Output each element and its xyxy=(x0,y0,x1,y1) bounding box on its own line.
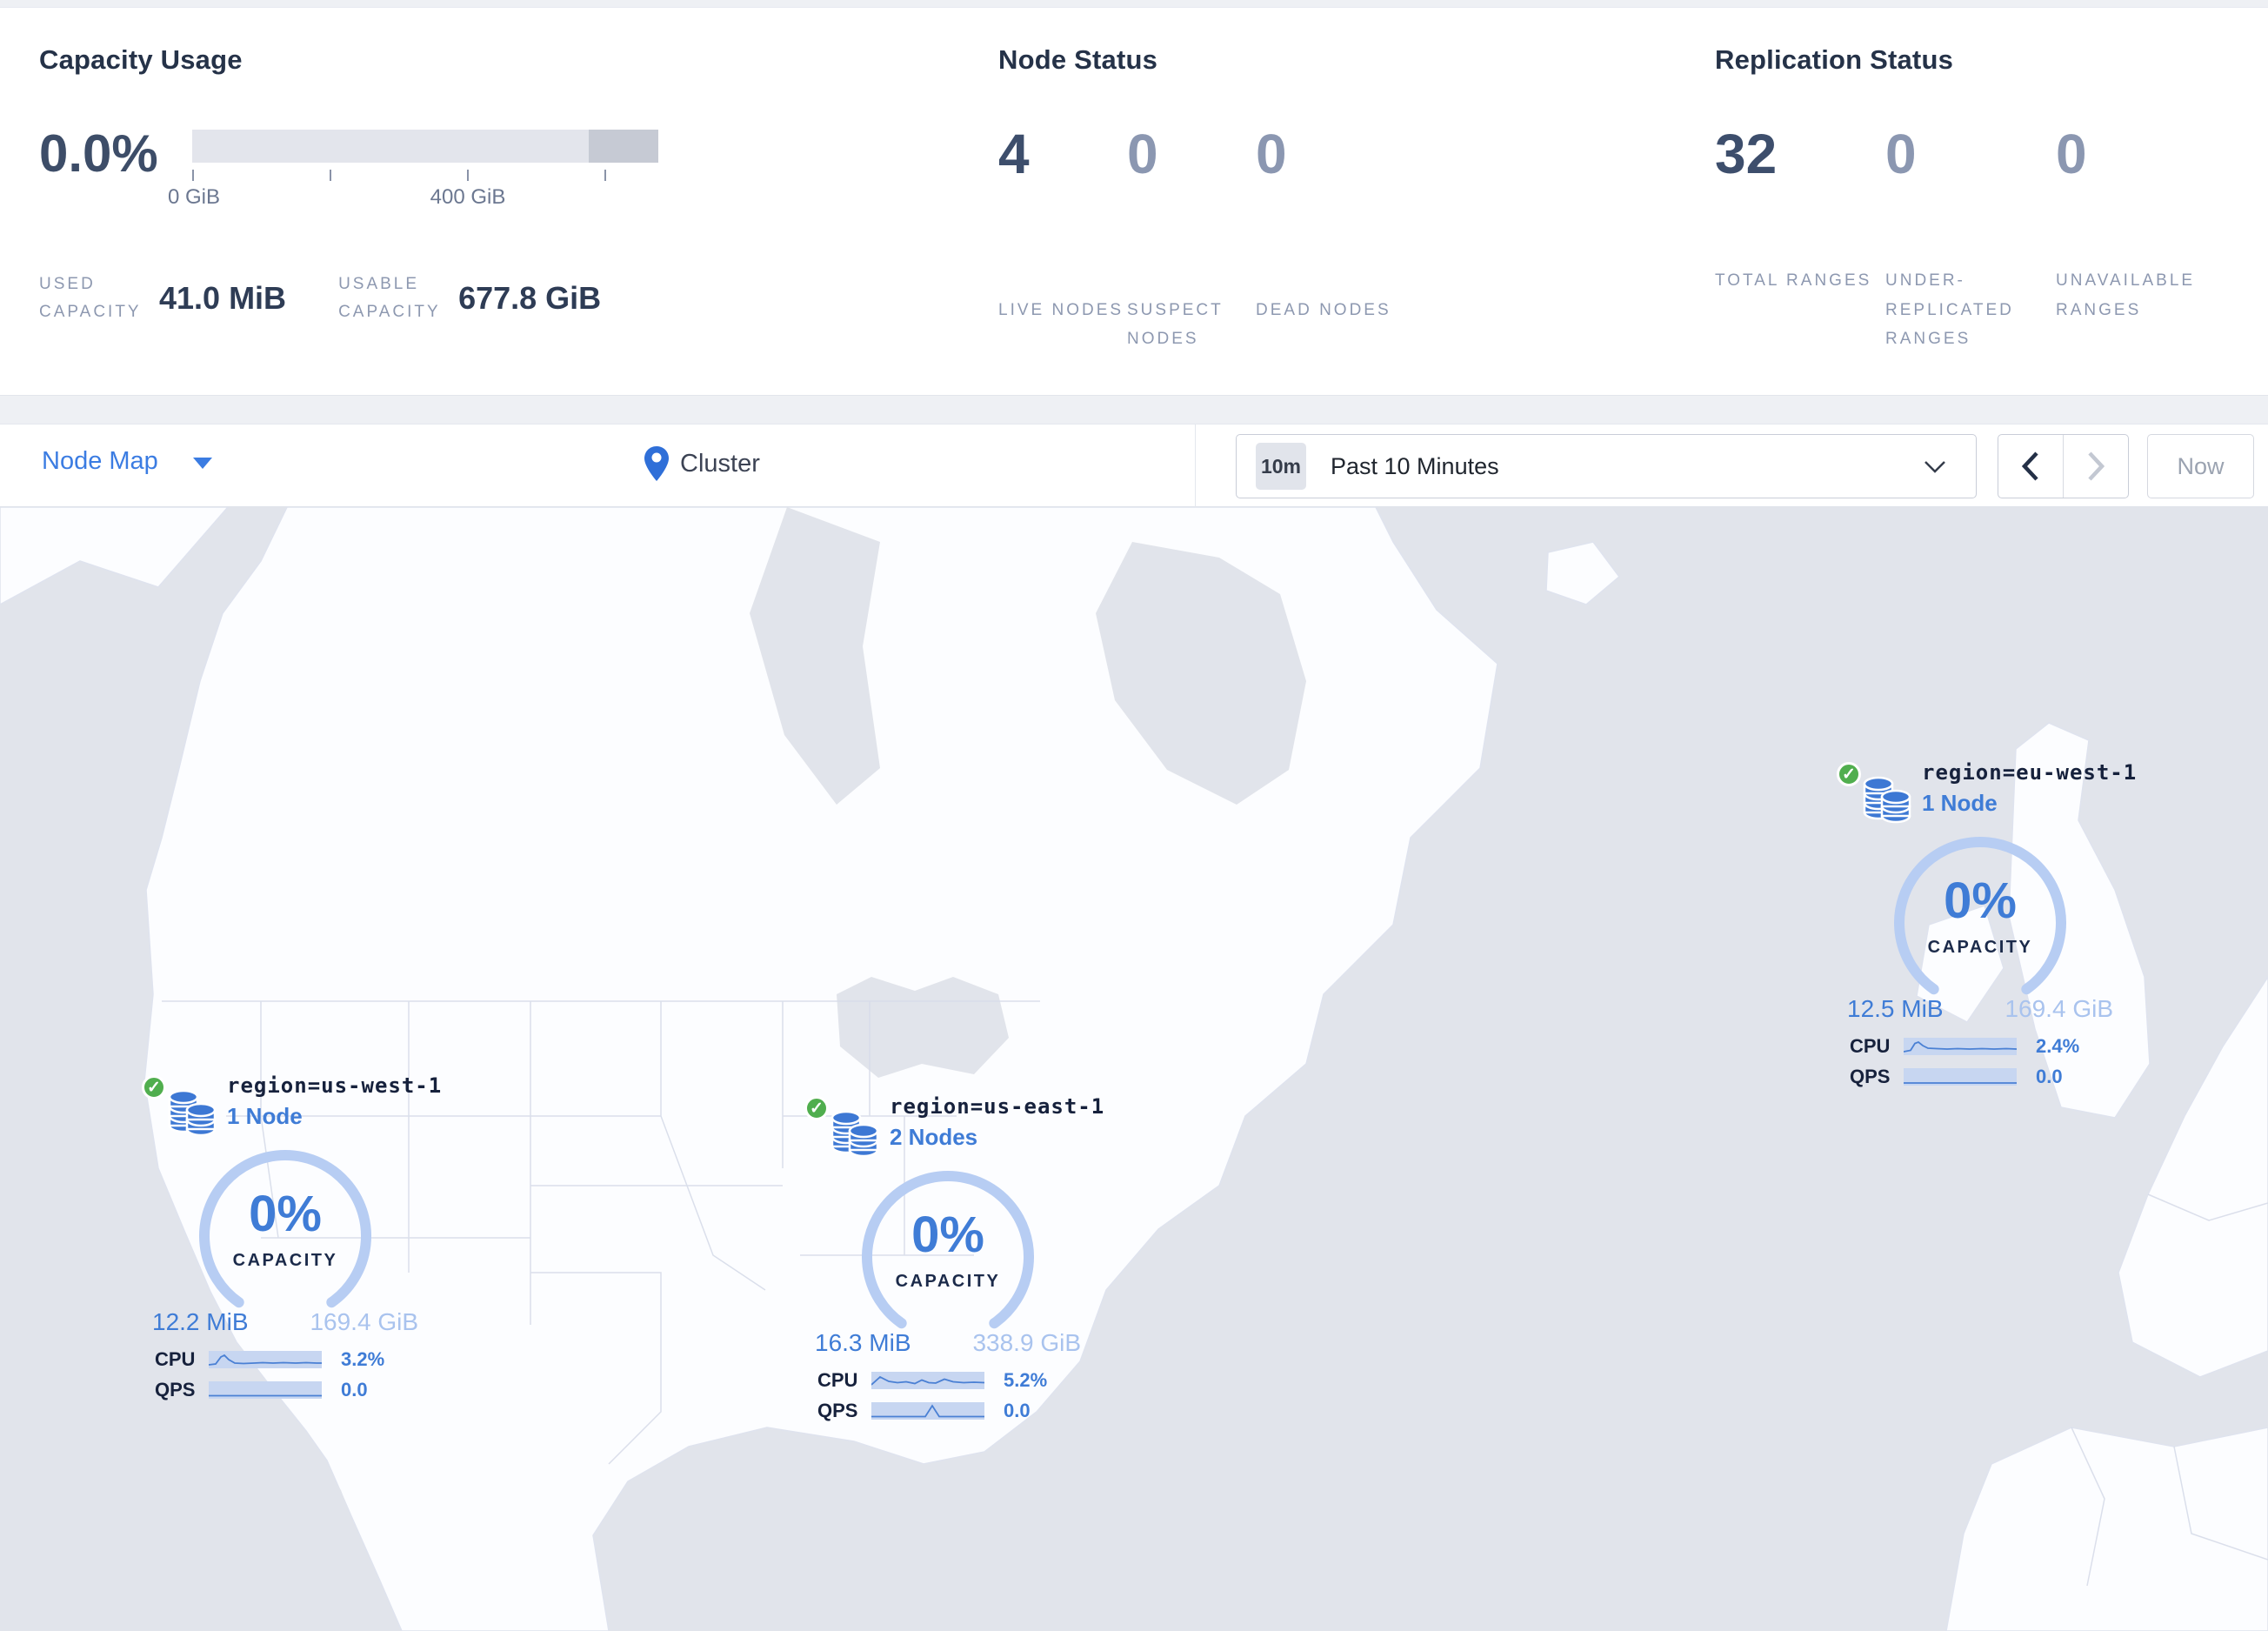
now-button[interactable]: Now xyxy=(2147,434,2254,498)
total-ranges-label: TOTAL RANGES xyxy=(1715,271,1872,291)
healthy-check-icon: ✓ xyxy=(804,1096,829,1120)
cpu-value: 2.4% xyxy=(2036,1035,2080,1057)
capacity-axis-label: 0 GiB xyxy=(167,185,221,209)
qps-value: 0.0 xyxy=(2036,1066,2063,1087)
time-step-controls xyxy=(1998,434,2129,498)
region-marker-eu-west-1[interactable]: ✓ region=eu-west-1 1 Node 0% CAPACITY 12… xyxy=(1837,755,2136,1096)
healthy-check-icon: ✓ xyxy=(1837,762,1861,786)
capacity-axis-tick xyxy=(467,170,469,181)
cpu-sparkline xyxy=(871,1372,984,1389)
usable-capacity-value: 677.8 GiB xyxy=(458,280,602,317)
database-stack-icon xyxy=(830,1110,879,1158)
gauge-capacity-label: CAPACITY xyxy=(232,1251,338,1270)
cpu-sparkline xyxy=(209,1351,322,1368)
gauge-percent: 0% xyxy=(1944,872,2017,929)
capacity-axis-label: 400 GiB xyxy=(430,185,506,209)
time-range-dropdown[interactable]: 10m Past 10 Minutes xyxy=(1236,434,1977,498)
used-capacity-label: USED CAPACITY xyxy=(39,275,142,322)
node-status-section: Node Status 4 0 0 LIVE NODES SUSPECT NOD… xyxy=(998,8,1677,395)
qps-value: 0.0 xyxy=(341,1379,368,1400)
usable-capacity-label: USABLE CAPACITY xyxy=(338,275,441,322)
region-name: region=eu-west-1 xyxy=(1922,760,2138,785)
capacity-bar-nonusable-segment xyxy=(588,130,658,163)
region-used-capacity: 12.2 MiB xyxy=(152,1308,249,1335)
region-node-count: 1 Node xyxy=(1922,790,1998,816)
cpu-label: CPU xyxy=(1850,1035,1891,1057)
qps-value: 0.0 xyxy=(1004,1400,1031,1421)
qps-label: QPS xyxy=(817,1400,858,1421)
cpu-label: CPU xyxy=(155,1348,196,1370)
region-node-count: 2 Nodes xyxy=(890,1124,978,1150)
node-map: ✓ region=us-west-1 1 Node 0% CAPACITY 12… xyxy=(0,507,2268,1631)
under-replicated-count: 0 xyxy=(1885,123,1917,185)
region-total-capacity: 169.4 GiB xyxy=(2005,995,2113,1022)
dead-nodes-count: 0 xyxy=(1256,123,1287,185)
map-pin-icon xyxy=(644,446,669,481)
unavailable-count: 0 xyxy=(2056,123,2087,185)
cluster-overview-panel: Capacity Usage 0.0% 0 GiB 400 GiB USED C… xyxy=(0,7,2268,396)
qps-sparkline xyxy=(1904,1068,2017,1086)
region-used-capacity: 12.5 MiB xyxy=(1847,995,1944,1022)
capacity-axis-tick xyxy=(330,170,331,181)
database-stack-icon xyxy=(168,1089,217,1137)
dead-nodes-label: DEAD NODES xyxy=(1256,300,1391,319)
region-total-capacity: 169.4 GiB xyxy=(310,1308,418,1335)
breadcrumb-label: Cluster xyxy=(680,449,760,478)
capacity-usage-section: Capacity Usage 0.0% 0 GiB 400 GiB USED C… xyxy=(39,8,961,395)
qps-label: QPS xyxy=(155,1379,196,1400)
chevron-right-icon xyxy=(2088,451,2105,481)
unavailable-label: UNAVAILABLE RANGES xyxy=(2056,271,2196,319)
node-status-title: Node Status xyxy=(998,44,1158,75)
map-toolbar: Node Map Cluster 10m Past 10 Minutes Now xyxy=(0,424,2268,508)
cpu-value: 3.2% xyxy=(341,1348,385,1370)
cpu-value: 5.2% xyxy=(1004,1369,1048,1391)
live-nodes-count: 4 xyxy=(998,123,1030,185)
region-used-capacity: 16.3 MiB xyxy=(815,1329,911,1356)
capacity-gauge: 0% CAPACITY xyxy=(190,1145,381,1308)
chevron-left-icon xyxy=(2022,451,2038,481)
time-range-badge: 10m xyxy=(1256,443,1306,490)
time-range-label: Past 10 Minutes xyxy=(1331,452,1499,479)
capacity-percent: 0.0% xyxy=(39,124,158,183)
live-nodes-label: LIVE NODES xyxy=(998,300,1124,319)
gauge-capacity-label: CAPACITY xyxy=(1927,938,2033,957)
region-node-count: 1 Node xyxy=(227,1103,303,1129)
suspect-nodes-count: 0 xyxy=(1127,123,1158,185)
gauge-percent: 0% xyxy=(249,1186,322,1242)
view-selector-dropdown[interactable]: Node Map xyxy=(42,447,212,476)
qps-sparkline xyxy=(209,1381,322,1399)
capacity-gauge: 0% CAPACITY xyxy=(1884,832,2076,995)
replication-status-section: Replication Status 32 0 0 TOTAL RANGES U… xyxy=(1715,8,2254,395)
region-total-capacity: 338.9 GiB xyxy=(972,1329,1081,1356)
gauge-capacity-label: CAPACITY xyxy=(895,1272,1001,1291)
capacity-usage-title: Capacity Usage xyxy=(39,44,243,75)
region-name: region=us-east-1 xyxy=(890,1094,1105,1119)
breadcrumb[interactable]: Cluster xyxy=(644,445,760,482)
under-replicated-label: UNDER-REPLICATED RANGES xyxy=(1885,271,2014,348)
time-step-forward-button[interactable] xyxy=(2064,435,2128,498)
caret-down-icon xyxy=(192,458,212,469)
region-name: region=us-west-1 xyxy=(227,1073,443,1098)
capacity-axis-tick xyxy=(192,170,194,181)
toolbar-divider xyxy=(1195,424,1196,508)
view-selector-label: Node Map xyxy=(42,447,158,475)
database-stack-icon xyxy=(1863,776,1911,824)
qps-label: QPS xyxy=(1850,1066,1891,1087)
suspect-nodes-label: SUSPECT NODES xyxy=(1127,300,1224,348)
time-step-back-button[interactable] xyxy=(1998,435,2064,498)
capacity-axis-tick xyxy=(604,170,606,181)
cpu-sparkline xyxy=(1904,1038,2017,1055)
capacity-bar: 0 GiB 400 GiB xyxy=(168,130,658,225)
used-capacity-value: 41.0 MiB xyxy=(159,280,287,317)
capacity-gauge: 0% CAPACITY xyxy=(852,1166,1044,1329)
chevron-down-icon xyxy=(1924,461,1945,473)
cpu-label: CPU xyxy=(817,1369,858,1391)
gauge-percent: 0% xyxy=(911,1207,984,1263)
total-ranges-count: 32 xyxy=(1715,123,1778,185)
region-marker-us-west-1[interactable]: ✓ region=us-west-1 1 Node 0% CAPACITY 12… xyxy=(142,1068,441,1409)
replication-status-title: Replication Status xyxy=(1715,44,1954,75)
qps-sparkline xyxy=(871,1402,984,1420)
region-marker-us-east-1[interactable]: ✓ region=us-east-1 2 Nodes 0% CAPACITY 1… xyxy=(804,1089,1104,1430)
healthy-check-icon: ✓ xyxy=(142,1075,166,1100)
